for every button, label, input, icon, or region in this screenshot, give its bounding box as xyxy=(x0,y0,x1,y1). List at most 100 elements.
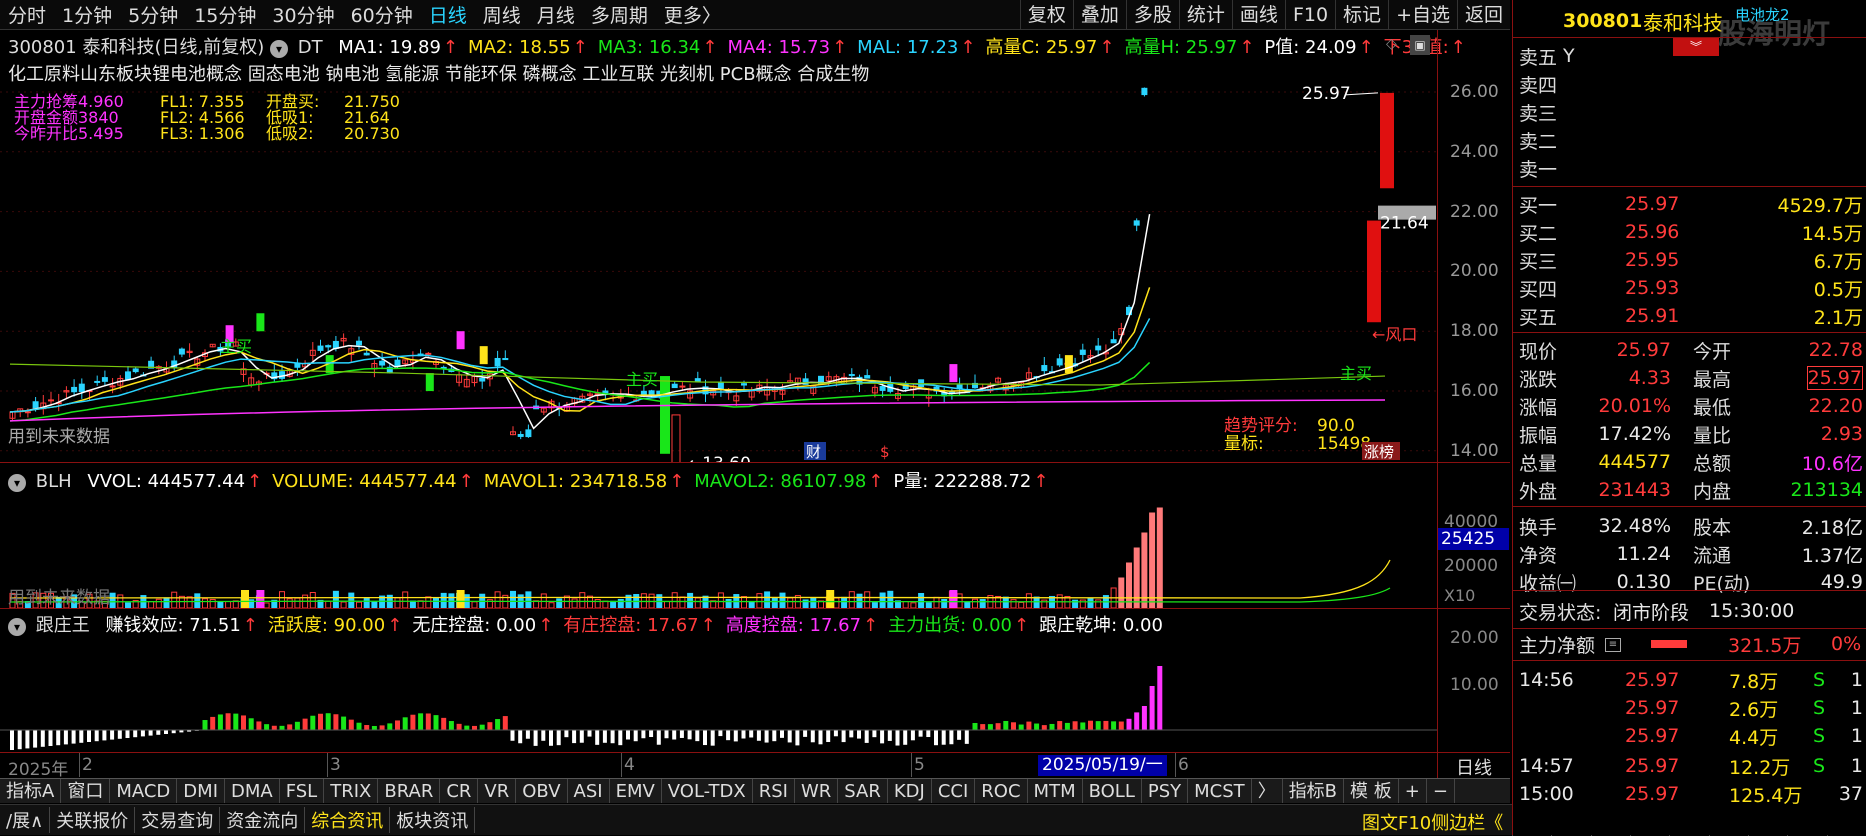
buy-row-3[interactable]: 买四 25.93 0.5万 xyxy=(1513,274,1866,302)
gzw-chart[interactable] xyxy=(0,634,1510,752)
period-tab-3[interactable]: 15分钟 xyxy=(186,1,264,28)
volume-bar xyxy=(1133,547,1140,609)
indicator-tab-23[interactable]: MCST xyxy=(1188,779,1252,803)
period-tab-1[interactable]: 1分钟 xyxy=(54,1,120,28)
period-tab-9[interactable]: 多周期 xyxy=(583,1,656,28)
indicator-tab-10[interactable]: OBV xyxy=(516,779,568,803)
tool-button-4[interactable]: 画线 xyxy=(1231,0,1285,30)
volume-unit: X10 xyxy=(1444,586,1476,605)
indicator-tab-20[interactable]: MTM xyxy=(1028,779,1083,803)
indicator-tab-19[interactable]: ROC xyxy=(975,779,1028,803)
indicator-tab-12[interactable]: EMV xyxy=(610,779,662,803)
indicator-tab-27[interactable]: + xyxy=(1399,779,1427,803)
sell-row-0[interactable]: 卖五 Y xyxy=(1513,42,1866,70)
gzw-bar xyxy=(294,721,300,730)
indicator-tab-11[interactable]: ASI xyxy=(568,779,610,803)
quote-value: 2.93 xyxy=(1820,423,1863,445)
period-tab-8[interactable]: 月线 xyxy=(529,1,583,28)
indicator-tab-24[interactable]: 〉 xyxy=(1252,779,1283,803)
tool-button-7[interactable]: +自选 xyxy=(1388,0,1457,30)
indicator-tab-18[interactable]: CCI xyxy=(932,779,976,803)
indicator-tab-8[interactable]: CR xyxy=(440,779,479,803)
quote-row-0: 现价 25.97 今开 22.78 xyxy=(1513,336,1866,364)
volume-bar xyxy=(841,596,848,609)
tool-button-2[interactable]: 多股 xyxy=(1125,0,1179,30)
indicator-tab-6[interactable]: TRIX xyxy=(324,779,379,803)
period-tab-5[interactable]: 60分钟 xyxy=(343,1,421,28)
sell-row-2[interactable]: 卖三 xyxy=(1513,98,1866,126)
sell-row-4[interactable]: 卖一 xyxy=(1513,154,1866,182)
volume-bar xyxy=(510,590,516,609)
indicator-tab-2[interactable]: MACD xyxy=(110,779,178,803)
tool-button-5[interactable]: F10 xyxy=(1284,0,1335,30)
status-tab-1[interactable]: 关联报价 xyxy=(50,807,136,833)
gzw-bar xyxy=(387,723,393,730)
indicator-tab-4[interactable]: DMA xyxy=(225,779,280,803)
indicator-tab-13[interactable]: VOL-TDX xyxy=(662,779,753,803)
future-data-note: 用到未来数据 xyxy=(8,427,110,447)
tool-button-3[interactable]: 统计 xyxy=(1178,0,1232,30)
quote-stock-code: 300801 xyxy=(1563,10,1643,32)
status-tab-4[interactable]: 综合资讯 xyxy=(305,807,391,833)
buy-row-2[interactable]: 买三 25.95 6.7万 xyxy=(1513,246,1866,274)
period-tab-0[interactable]: 分时 xyxy=(0,1,54,28)
indicator-tab-1[interactable]: 窗口 xyxy=(61,779,111,803)
buy-row-4[interactable]: 买五 25.91 2.1万 xyxy=(1513,302,1866,330)
period-tab-7[interactable]: 周线 xyxy=(475,1,529,28)
indicator-tab-9[interactable]: VR xyxy=(478,779,517,803)
candle-body xyxy=(1095,345,1102,351)
indicator-tab-16[interactable]: SAR xyxy=(838,779,888,803)
volume-bar xyxy=(764,591,771,609)
indicator-tab-28[interactable]: − xyxy=(1427,779,1455,803)
quote-panel: 300801 泰和科技 电池龙2 股海明灯 ︾ 卖五 Y 卖四 卖三 卖二 卖一 买一 25… xyxy=(1512,0,1866,835)
candle-body xyxy=(425,352,432,355)
dollar-marker: $ xyxy=(880,443,890,461)
tick-count: 1 xyxy=(1850,669,1863,691)
tool-button-0[interactable]: 复权 xyxy=(1019,0,1073,30)
gzw-bar xyxy=(703,730,707,746)
indicator-tab-25[interactable]: 指标B xyxy=(1283,779,1345,803)
status-tab-3[interactable]: 资金流向 xyxy=(220,807,306,833)
tool-button-1[interactable]: 叠加 xyxy=(1072,0,1126,30)
status-tab-2[interactable]: 交易查询 xyxy=(135,807,221,833)
period-label[interactable]: 日线 xyxy=(1456,754,1492,780)
sell-row-1[interactable]: 卖四 xyxy=(1513,70,1866,98)
indicator-tab-15[interactable]: WR xyxy=(795,779,839,803)
tool-button-6[interactable]: 标记 xyxy=(1335,0,1388,30)
period-tab-10[interactable]: 更多〉 xyxy=(656,1,729,28)
period-tab-4[interactable]: 30分钟 xyxy=(264,1,342,28)
period-tab-2[interactable]: 5分钟 xyxy=(120,1,186,28)
quote-row-6: 换手 32.48% 股本 2.18亿 xyxy=(1513,512,1866,540)
buy-row-0[interactable]: 买一 25.97 4529.7万 xyxy=(1513,190,1866,218)
menu-icon[interactable]: ≡ xyxy=(1605,638,1621,652)
buy-row-1[interactable]: 买二 25.96 14.5万 xyxy=(1513,218,1866,246)
up-arrow-icon: ↑ xyxy=(458,471,474,492)
volume-bar xyxy=(741,596,747,609)
volume-chart[interactable] xyxy=(0,490,1510,610)
tool-button-8[interactable]: 返回 xyxy=(1456,0,1510,30)
volume-bar xyxy=(979,599,986,609)
status-tab-5[interactable]: 板块资讯 xyxy=(390,807,476,833)
candle-body xyxy=(679,385,686,388)
indicator-tab-14[interactable]: RSI xyxy=(753,779,795,803)
status-tab-0[interactable]: /展∧ xyxy=(0,807,51,833)
quote-label: 最低 xyxy=(1693,396,1732,419)
ma3-line xyxy=(9,361,1151,422)
candle-body xyxy=(525,429,532,438)
indicator-tab-22[interactable]: PSY xyxy=(1142,779,1189,803)
indicator-tab-17[interactable]: KDJ xyxy=(888,779,932,803)
indicator-tab-7[interactable]: BRAR xyxy=(378,779,441,803)
indicator-tab-26[interactable]: 模 板 xyxy=(1344,779,1399,803)
indicator-tab-0[interactable]: 指标A xyxy=(0,779,62,803)
period-tab-6[interactable]: 日线 xyxy=(421,1,475,28)
f10-sidebar-link[interactable]: 图文F10侧边栏《 xyxy=(1362,809,1503,835)
indicator-tab-5[interactable]: FSL xyxy=(280,779,325,803)
sell-row-3[interactable]: 卖二 xyxy=(1513,126,1866,154)
indicator-tab-21[interactable]: BOLL xyxy=(1083,779,1142,803)
candlestick-chart[interactable]: 25.9721.64←13.60趋势评分:90.0量标:15498主买主买主买←… xyxy=(0,30,1510,462)
volume-indicator-name: BLH xyxy=(35,471,72,492)
candle-body xyxy=(101,377,108,382)
indicator-tab-3[interactable]: DMI xyxy=(177,779,225,803)
gzw-bar xyxy=(464,725,470,730)
time-axis-tick xyxy=(79,753,80,777)
